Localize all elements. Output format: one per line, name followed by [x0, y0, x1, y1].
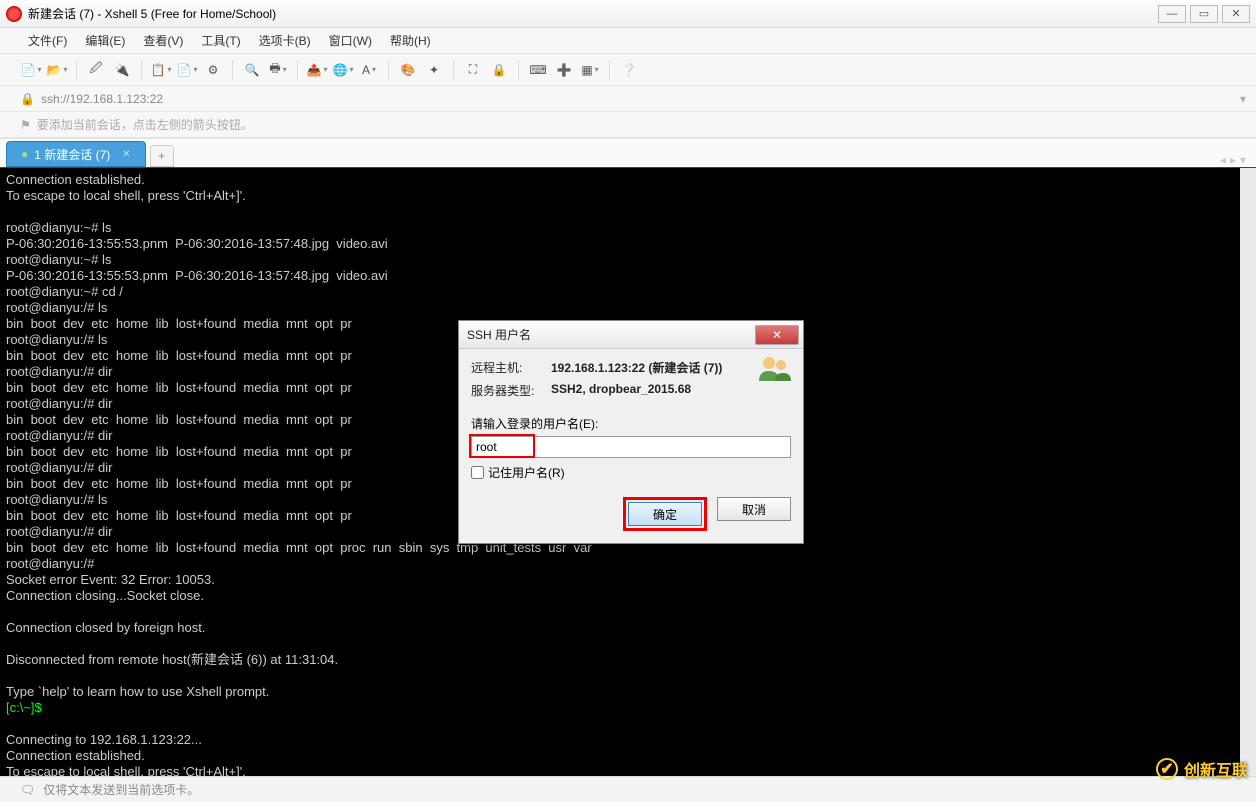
hint-text: 要添加当前会话，点击左侧的箭头按钮。	[37, 116, 253, 133]
separator	[76, 60, 77, 80]
color-icon[interactable]: 🎨	[397, 59, 419, 81]
minimize-button[interactable]: —	[1158, 5, 1186, 23]
disconnect-icon[interactable]: 🔌	[111, 59, 133, 81]
status-bar: 🗨 仅将文本发送到当前选项卡。	[0, 776, 1256, 802]
scrollbar-thumb[interactable]	[1242, 168, 1254, 288]
copy-icon[interactable]: 📋	[150, 59, 172, 81]
keyboard-icon[interactable]: ⌨	[527, 59, 549, 81]
new-session-icon[interactable]: 📄	[20, 59, 42, 81]
globe-icon[interactable]: 🌐	[332, 59, 354, 81]
arrow-flag-icon: ⚑	[20, 118, 31, 132]
properties-icon[interactable]: ⚙	[202, 59, 224, 81]
tab-label: 1 新建会话 (7)	[34, 146, 110, 163]
highlight-icon[interactable]: ✦	[423, 59, 445, 81]
separator	[388, 60, 389, 80]
shell-prompt: [c:\~]$	[6, 700, 45, 715]
separator	[609, 60, 610, 80]
menu-edit[interactable]: 编辑(E)	[77, 28, 133, 53]
watermark-icon: ✔	[1156, 758, 1178, 780]
address-bar: 🔒 ssh://192.168.1.123:22 ▾	[0, 86, 1256, 112]
open-folder-icon[interactable]: 📂	[46, 59, 68, 81]
menu-help[interactable]: 帮助(H)	[382, 28, 439, 53]
transfer-icon[interactable]: 📤	[306, 59, 328, 81]
tab-status-icon: ●	[21, 147, 28, 161]
print-icon[interactable]: 🖶	[267, 59, 289, 81]
separator	[297, 60, 298, 80]
users-icon	[757, 353, 793, 383]
reconnect-icon[interactable]: 🖉	[85, 59, 107, 81]
tab-close-icon[interactable]: ✕	[122, 149, 130, 160]
layout-icon[interactable]: ▦	[579, 59, 601, 81]
add-tab-button[interactable]: +	[150, 145, 174, 167]
watermark-text: 创新互联	[1184, 757, 1248, 781]
window-title: 新建会话 (7) - Xshell 5 (Free for Home/Schoo…	[28, 5, 1158, 22]
dialog-title: SSH 用户名	[467, 326, 755, 343]
title-bar: 新建会话 (7) - Xshell 5 (Free for Home/Schoo…	[0, 0, 1256, 28]
tab-nav-left-icon[interactable]: ◂	[1220, 153, 1226, 167]
font-icon[interactable]: A	[358, 59, 380, 81]
search-icon[interactable]: 🔍	[241, 59, 263, 81]
server-type-value: SSH2, dropbear_2015.68	[551, 382, 791, 399]
dialog-close-button[interactable]: ✕	[755, 325, 799, 345]
remote-host-label: 远程主机:	[471, 359, 551, 376]
status-icon: 🗨	[20, 783, 35, 797]
server-type-label: 服务器类型:	[471, 382, 551, 399]
menu-bar: 文件(F) 编辑(E) 查看(V) 工具(T) 选项卡(B) 窗口(W) 帮助(…	[0, 28, 1256, 54]
address-dropdown-icon[interactable]: ▾	[1240, 92, 1246, 106]
tab-menu-icon[interactable]: ▾	[1240, 153, 1246, 167]
address-url[interactable]: ssh://192.168.1.123:22	[41, 92, 163, 106]
separator	[453, 60, 454, 80]
lock-small-icon: 🔒	[20, 92, 35, 106]
maximize-button[interactable]: ▭	[1190, 5, 1218, 23]
separator	[232, 60, 233, 80]
separator	[518, 60, 519, 80]
username-input[interactable]	[471, 436, 791, 458]
menu-view[interactable]: 查看(V)	[135, 28, 191, 53]
ok-button[interactable]: 确定	[628, 502, 702, 526]
status-text: 仅将文本发送到当前选项卡。	[43, 781, 199, 798]
menu-window[interactable]: 窗口(W)	[321, 28, 380, 53]
paste-icon[interactable]: 📄	[176, 59, 198, 81]
fullscreen-icon[interactable]: ⛶	[462, 59, 484, 81]
remember-username-checkbox[interactable]: 记住用户名(R)	[471, 464, 791, 481]
tab-strip: ● 1 新建会话 (7) ✕ + ◂ ▸ ▾	[0, 138, 1256, 168]
watermark: ✔ 创新互联	[1156, 757, 1248, 781]
menu-tools[interactable]: 工具(T)	[193, 28, 248, 53]
remote-host-value: 192.168.1.123:22 (新建会话 (7))	[551, 359, 791, 376]
close-window-button[interactable]: ✕	[1222, 5, 1250, 23]
ssh-username-dialog: SSH 用户名 ✕ 远程主机: 192.168.1.123:22 (新建会话 (…	[458, 320, 804, 544]
app-logo-icon	[6, 6, 22, 22]
menu-file[interactable]: 文件(F)	[20, 28, 75, 53]
ok-highlight: 确定	[623, 497, 707, 531]
toolbar: 📄 📂 🖉 🔌 📋 📄 ⚙ 🔍 🖶 📤 🌐 A 🎨 ✦ ⛶ 🔒 ⌨ ➕ ▦ ❔	[0, 54, 1256, 86]
tab-nav-right-icon[interactable]: ▸	[1230, 153, 1236, 167]
help-icon[interactable]: ❔	[618, 59, 640, 81]
menu-tabs[interactable]: 选项卡(B)	[251, 28, 319, 53]
hint-bar: ⚑ 要添加当前会话，点击左侧的箭头按钮。	[0, 112, 1256, 138]
username-prompt: 请输入登录的用户名(E):	[471, 415, 791, 432]
session-tab[interactable]: ● 1 新建会话 (7) ✕	[6, 141, 146, 167]
separator	[141, 60, 142, 80]
dialog-titlebar[interactable]: SSH 用户名 ✕	[459, 321, 803, 349]
remember-checkbox-input[interactable]	[471, 466, 484, 479]
cancel-button[interactable]: 取消	[717, 497, 791, 521]
remember-label: 记住用户名(R)	[488, 464, 565, 481]
add-icon[interactable]: ➕	[553, 59, 575, 81]
lock-icon[interactable]: 🔒	[488, 59, 510, 81]
